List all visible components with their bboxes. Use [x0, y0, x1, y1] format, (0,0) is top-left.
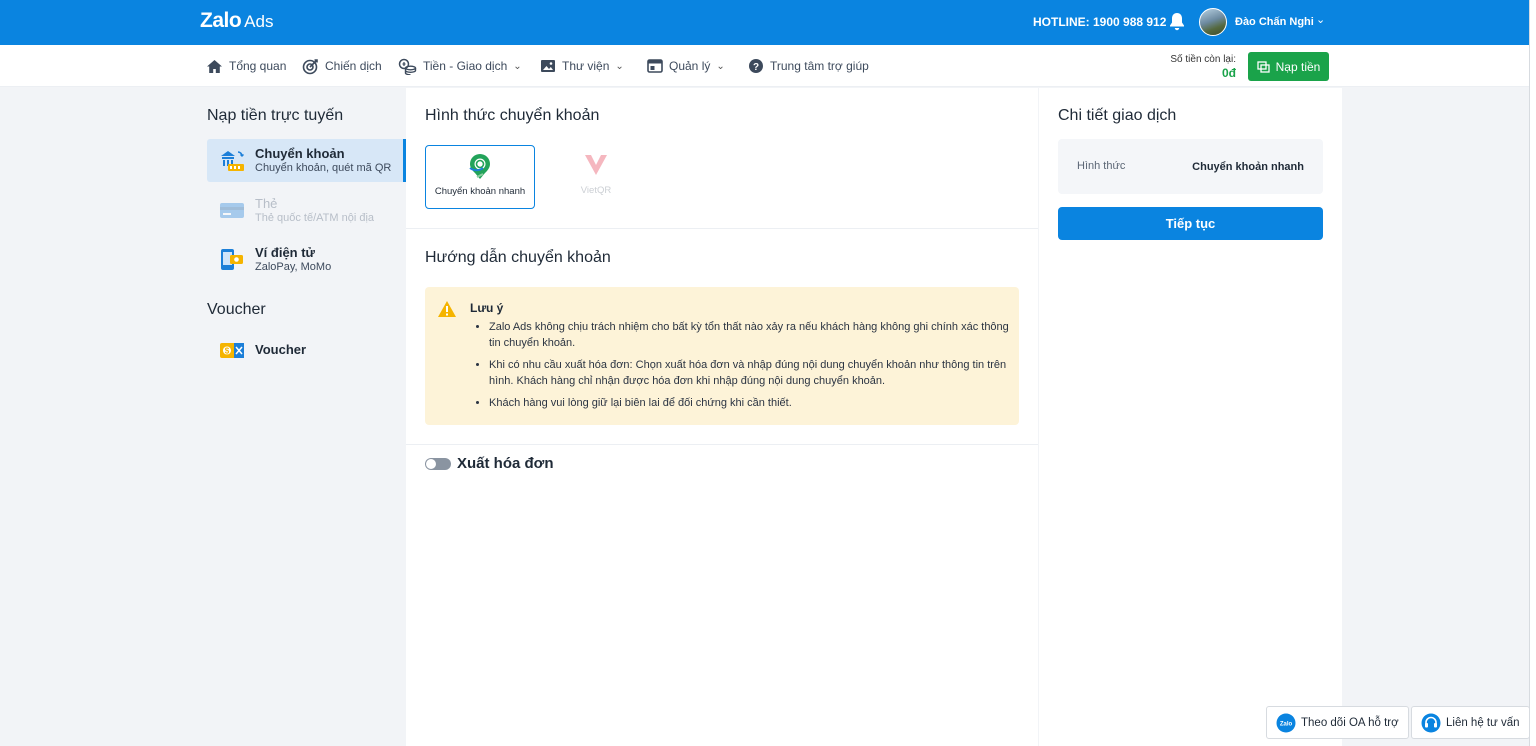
- scrollbar[interactable]: [1529, 0, 1536, 746]
- home-icon: [207, 59, 222, 73]
- divider: [406, 444, 1038, 445]
- detail-key: Hình thức: [1077, 160, 1126, 172]
- notice-list: Zalo Ads không chịu trách nhiệm cho bất …: [489, 319, 1009, 417]
- sidebar: Nạp tiền trực tuyến Chuyển khoản Chuyển …: [195, 88, 406, 746]
- zalo-icon: Zalo: [1276, 713, 1296, 732]
- invoice-toggle[interactable]: [425, 458, 451, 470]
- sidebar-item-subtitle: Thẻ quốc tế/ATM nội địa: [255, 212, 375, 224]
- fast-transfer-icon: [469, 154, 490, 179]
- method-vietqr[interactable]: VietQR: [541, 145, 651, 209]
- svg-text:?: ?: [753, 62, 759, 73]
- sidebar-item-title: Chuyển khoản: [255, 146, 345, 161]
- nav-item-overview[interactable]: Tổng quan: [206, 45, 286, 87]
- sidebar-item-title: Thẻ: [255, 196, 278, 211]
- continue-button[interactable]: Tiếp tục: [1058, 207, 1323, 240]
- warning-icon: [438, 301, 456, 317]
- chevron-down-icon: ⌄: [716, 60, 725, 72]
- svg-text:Zalo: Zalo: [1280, 721, 1293, 727]
- ewallet-icon: [221, 249, 243, 270]
- method-label: Chuyển khoản nhanh: [434, 186, 526, 197]
- sidebar-item-title: Ví điện tử: [255, 245, 315, 260]
- nav-item-campaigns[interactable]: Chiến dịch: [302, 45, 382, 87]
- notice-item: Khi có nhu cầu xuất hóa đơn: Chọn xuất h…: [489, 357, 1009, 389]
- invoice-toggle-label: Xuất hóa đơn: [457, 455, 554, 472]
- voucher-icon: $: [220, 343, 244, 358]
- target-icon: [302, 58, 318, 74]
- method-fast-transfer[interactable]: Chuyển khoản nhanh: [425, 145, 535, 209]
- notice-item: Zalo Ads không chịu trách nhiệm cho bất …: [489, 319, 1009, 351]
- top-bar: Zalo Ads HOTLINE: 1900 988 912 Đào Chấn N…: [0, 0, 1529, 45]
- contact-consult-button[interactable]: Liên hệ tư vấn: [1411, 706, 1530, 739]
- sidebar-item-voucher[interactable]: $ Voucher: [207, 329, 406, 372]
- notice-title: Lưu ý: [470, 301, 504, 315]
- svg-text:$: $: [225, 347, 230, 356]
- sidebar-item-subtitle: ZaloPay, MoMo: [255, 261, 332, 273]
- transaction-details-panel: Chi tiết giao dịch Hình thức Chuyển khoả…: [1039, 88, 1342, 746]
- nav-item-library[interactable]: Thư viện ⌄: [540, 45, 624, 87]
- username[interactable]: Đào Chấn Nghi: [1235, 16, 1314, 28]
- window-icon: [647, 59, 663, 73]
- sidebar-item-bank-transfer[interactable]: Chuyển khoản Chuyển khoản, quét mã QR: [207, 139, 406, 182]
- transfer-panel: Hình thức chuyển khoản Chuyển khoản nhan…: [406, 88, 1038, 746]
- avatar[interactable]: [1199, 8, 1227, 36]
- balance-label: Số tiền còn lại:: [1170, 54, 1236, 65]
- detail-row: Hình thức Chuyển khoản nhanh: [1058, 139, 1323, 194]
- balance-value: 0đ: [1221, 66, 1236, 80]
- sidebar-title: Nạp tiền trực tuyến: [207, 107, 344, 124]
- notice-box: Lưu ý Zalo Ads không chịu trách nhiệm ch…: [425, 287, 1019, 425]
- transaction-details-title: Chi tiết giao dịch: [1058, 107, 1177, 124]
- chevron-down-icon: ⌄: [513, 60, 522, 72]
- image-icon: [541, 60, 555, 72]
- nav-item-finance[interactable]: Tiền - Giao dịch ⌄: [398, 45, 522, 87]
- wallet-icon: [1256, 60, 1270, 73]
- sidebar-item-ewallet[interactable]: Ví điện tử ZaloPay, MoMo: [207, 238, 406, 281]
- chevron-down-icon: ⌄: [615, 60, 624, 72]
- transfer-guide-title: Hướng dẫn chuyển khoản: [425, 249, 611, 266]
- transfer-method-title: Hình thức chuyển khoản: [425, 107, 600, 124]
- topup-button[interactable]: Nạp tiền: [1248, 52, 1329, 81]
- bank-transfer-icon: [221, 151, 244, 171]
- nav-item-help-center[interactable]: ? Trung tâm trợ giúp: [748, 45, 869, 87]
- detail-value: Chuyển khoản nhanh: [1192, 161, 1304, 173]
- hotline-text: HOTLINE: 1900 988 912: [1033, 15, 1167, 29]
- notice-item: Khách hàng vui lòng giữ lại biên lai để …: [489, 395, 1009, 411]
- bell-icon[interactable]: [1168, 12, 1186, 32]
- nav-item-management[interactable]: Quản lý ⌄: [647, 45, 725, 87]
- follow-oa-button[interactable]: Zalo Theo dõi OA hỗ trợ: [1266, 706, 1409, 739]
- divider: [406, 228, 1038, 229]
- headset-icon: [1421, 713, 1441, 732]
- zalo-ads-logo[interactable]: Zalo Ads: [200, 9, 273, 33]
- sidebar-item-title: Voucher: [255, 342, 307, 357]
- coins-icon: [398, 58, 417, 75]
- method-label: VietQR: [580, 185, 612, 196]
- help-icon: ?: [749, 59, 763, 73]
- chevron-down-icon[interactable]: ⌄: [1316, 13, 1325, 26]
- nav-bar: Tổng quan Chiến dịch Tiền - Giao dịch ⌄ …: [0, 45, 1529, 87]
- credit-card-icon: [220, 203, 244, 218]
- sidebar-item-card[interactable]: Thẻ Thẻ quốc tế/ATM nội địa: [207, 189, 406, 232]
- vietqr-logo-icon: [585, 155, 607, 175]
- sidebar-item-subtitle: Chuyển khoản, quét mã QR: [255, 162, 392, 174]
- voucher-section-title: Voucher: [207, 301, 266, 318]
